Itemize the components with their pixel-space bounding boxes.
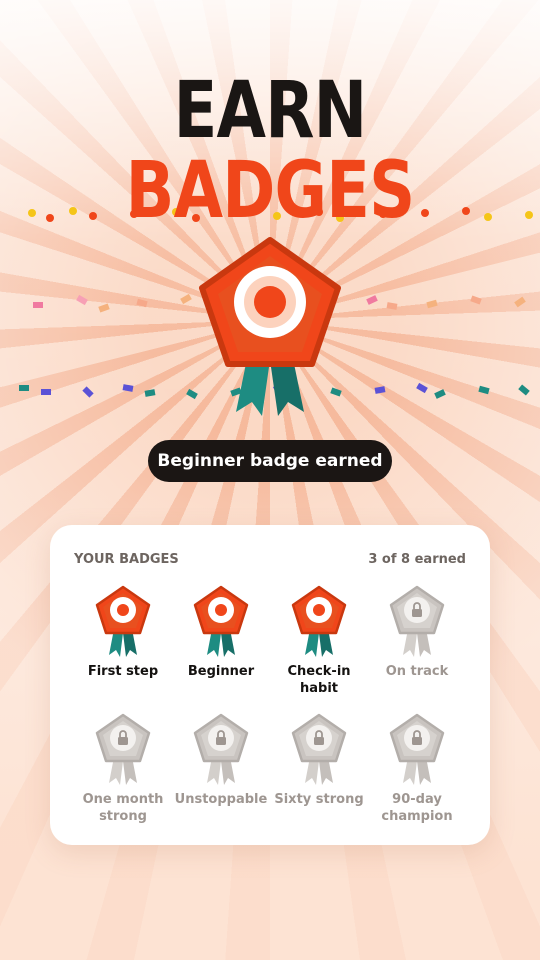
badges-card-header: YOUR BADGES 3 of 8 earned xyxy=(74,552,466,567)
headline-badges: BADGES xyxy=(125,146,415,236)
badge-label: First step xyxy=(87,664,159,679)
badge-label: 90-day champion xyxy=(381,792,453,824)
medal-icon xyxy=(95,585,151,657)
badge-check-in-habit[interactable]: Check-in habit xyxy=(270,585,368,697)
headline-earn: EARN xyxy=(173,66,368,156)
badge-first-step[interactable]: First step xyxy=(74,585,172,697)
locked-medal-icon xyxy=(95,713,151,785)
badge-unstoppable[interactable]: Unstoppable xyxy=(172,713,270,825)
medal-icon xyxy=(193,585,249,657)
badge-label: Unstoppable xyxy=(174,792,268,807)
badge-label: One month strong xyxy=(82,792,164,824)
locked-medal-icon xyxy=(291,713,347,785)
badge-beginner[interactable]: Beginner xyxy=(172,585,270,697)
badge-one-month-strong[interactable]: One month strong xyxy=(74,713,172,825)
badge-sixty-strong[interactable]: Sixty strong xyxy=(270,713,368,825)
badge-earned-banner: Beginner badge earned xyxy=(148,440,392,482)
badges-grid: First step Beginner Check-in habit On tr… xyxy=(74,585,466,825)
badge-label: Beginner xyxy=(187,664,255,679)
beginner-badge-hero-icon xyxy=(199,237,341,416)
badge-90-day-champion[interactable]: 90-day champion xyxy=(368,713,466,825)
locked-medal-icon xyxy=(193,713,249,785)
locked-medal-icon xyxy=(389,585,445,657)
badge-label: Sixty strong xyxy=(274,792,364,807)
medal-icon xyxy=(291,585,347,657)
badge-label: On track xyxy=(385,664,449,679)
locked-medal-icon xyxy=(389,713,445,785)
badges-earned-count: 3 of 8 earned xyxy=(368,552,466,567)
badges-card: YOUR BADGES 3 of 8 earned First step Beg… xyxy=(50,525,490,845)
badge-on-track[interactable]: On track xyxy=(368,585,466,697)
badge-label: Check-in habit xyxy=(287,664,351,696)
badges-card-title: YOUR BADGES xyxy=(74,552,179,567)
